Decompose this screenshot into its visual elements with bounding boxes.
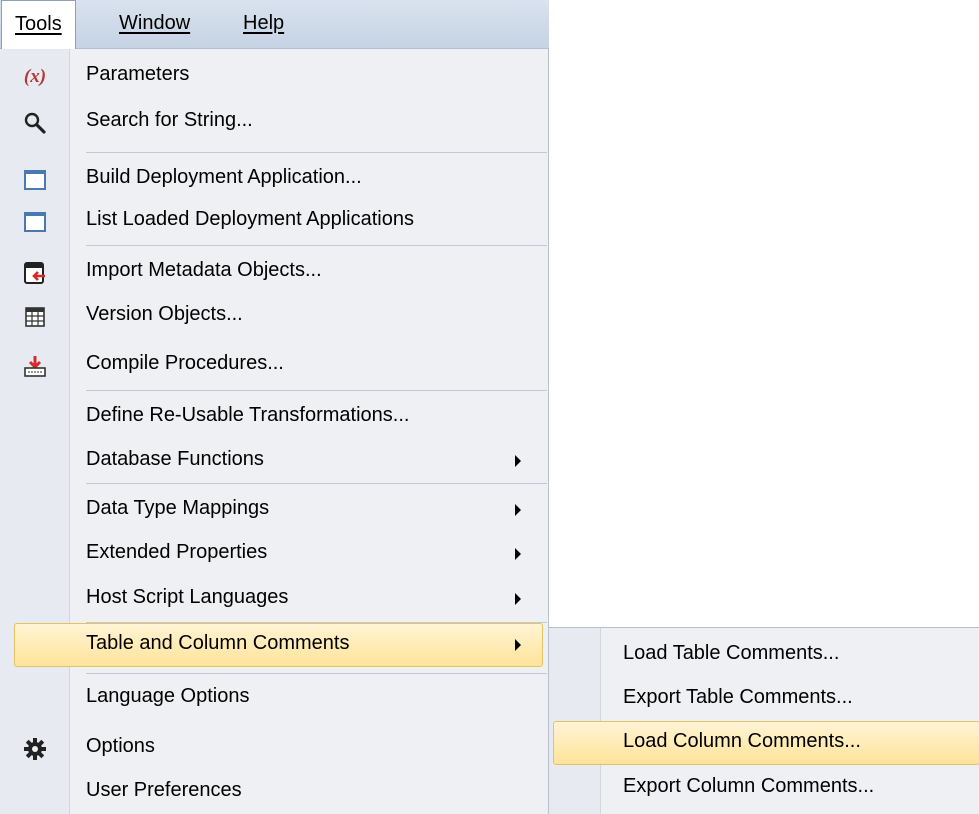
menu-item-label: Search for String... [86, 109, 253, 131]
menu-item-label: Define Re-Usable Transformations... [86, 404, 410, 426]
chevron-right-icon [515, 593, 521, 605]
menu-item-version-objects[interactable]: Version Objects... [0, 294, 549, 338]
menu-item-database-functions[interactable]: Database Functions [0, 439, 549, 483]
chevron-right-icon [515, 639, 521, 651]
menu-item-build-deployment-application[interactable]: Build Deployment Application... [0, 157, 549, 201]
menu-item-label: Parameters [86, 63, 190, 85]
menu-item-label: Extended Properties [86, 541, 268, 563]
search-icon [22, 110, 48, 136]
menu-item-data-type-mappings[interactable]: Data Type Mappings [0, 488, 549, 532]
submenu-item-load-table-comments[interactable]: Load Table Comments... [549, 633, 979, 677]
menu-item-parameters[interactable]: (x) Parameters [0, 54, 549, 98]
submenu-item-label: Export Column Comments... [623, 775, 875, 797]
menu-item-label: Compile Procedures... [86, 352, 284, 374]
menu-separator [86, 483, 547, 484]
menu-item-label: Options [86, 735, 155, 757]
menu-item-extended-properties[interactable]: Extended Properties [0, 532, 549, 576]
menu-item-label: List Loaded Deployment Applications [86, 208, 414, 230]
window-icon [22, 209, 48, 235]
menu-item-label: Build Deployment Application... [86, 166, 362, 188]
menu-tools[interactable]: Tools [1, 0, 76, 50]
submenu-item-label: Load Column Comments... [623, 730, 861, 752]
grid-icon [22, 304, 48, 330]
window-icon [22, 167, 48, 193]
tools-dropdown: (x) Parameters Search for String... Buil… [0, 49, 549, 814]
menu-item-import-metadata-objects[interactable]: Import Metadata Objects... [0, 250, 549, 294]
menu-item-host-script-languages[interactable]: Host Script Languages [0, 577, 549, 621]
menu-item-table-and-column-comments[interactable]: Table and Column Comments [0, 623, 549, 667]
menu-separator [86, 673, 547, 674]
compile-icon [22, 353, 48, 379]
menu-item-label: Host Script Languages [86, 586, 289, 608]
chevron-right-icon [515, 455, 521, 467]
menu-item-label: Import Metadata Objects... [86, 259, 322, 281]
submenu-item-export-column-comments[interactable]: Export Column Comments... [549, 766, 979, 810]
menu-separator [86, 245, 547, 246]
menu-item-label: Version Objects... [86, 303, 243, 325]
chevron-right-icon [515, 548, 521, 560]
menu-bar: Tools Window Help [0, 0, 549, 50]
menu-item-label: Language Options [86, 685, 250, 707]
menu-item-define-reusable-transformations[interactable]: Define Re-Usable Transformations... [0, 395, 549, 439]
menu-item-label: User Preferences [86, 779, 242, 801]
gear-icon [22, 736, 48, 762]
menu-separator [86, 152, 547, 153]
menu-separator [86, 390, 547, 391]
menu-item-label: Table and Column Comments [86, 632, 350, 654]
import-icon [22, 260, 48, 286]
menu-item-compile-procedures[interactable]: Compile Procedures... [0, 343, 549, 387]
menu-item-options[interactable]: Options [0, 726, 549, 770]
menu-help[interactable]: Help [243, 0, 284, 49]
table-column-comments-submenu: Load Table Comments... Export Table Comm… [548, 627, 979, 814]
menu-item-label: Database Functions [86, 448, 264, 470]
chevron-right-icon [515, 504, 521, 516]
menu-item-user-preferences[interactable]: User Preferences [0, 770, 549, 814]
menu-window[interactable]: Window [119, 0, 190, 49]
menu-item-search-for-string[interactable]: Search for String... [0, 100, 549, 144]
menu-item-language-options[interactable]: Language Options [0, 676, 549, 720]
submenu-item-label: Export Table Comments... [623, 686, 853, 708]
menu-item-label: Data Type Mappings [86, 497, 270, 519]
parameters-icon: (x) [23, 66, 47, 87]
submenu-item-export-table-comments[interactable]: Export Table Comments... [549, 677, 979, 721]
submenu-item-load-column-comments[interactable]: Load Column Comments... [549, 721, 979, 765]
submenu-item-label: Load Table Comments... [623, 642, 840, 664]
menu-item-list-loaded-deployment-applications[interactable]: List Loaded Deployment Applications [0, 199, 549, 243]
